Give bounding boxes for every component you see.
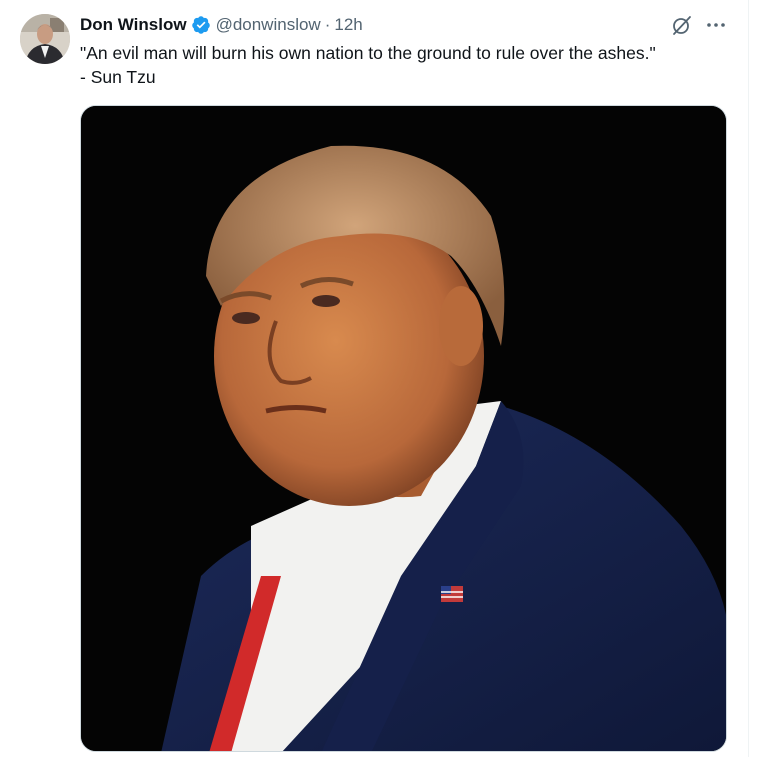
tweet-header: Don Winslow @donwinslow · 12h — [80, 14, 363, 36]
verified-badge-icon[interactable] — [191, 15, 211, 35]
timestamp[interactable]: 12h — [334, 15, 362, 35]
more-options-icon[interactable] — [703, 13, 729, 37]
timeline-divider — [748, 0, 749, 757]
avatar[interactable] — [20, 14, 70, 64]
tweet-text-line-1: "An evil man will burn his own nation to… — [80, 43, 656, 63]
tweet-media-photo[interactable] — [80, 105, 727, 752]
tweet-text-line-2: - Sun Tzu — [80, 67, 156, 87]
author-handle[interactable]: @donwinslow — [216, 15, 321, 35]
separator-dot: · — [324, 15, 331, 34]
grok-icon[interactable] — [670, 13, 694, 37]
tweet-text: "An evil man will burn his own nation to… — [80, 41, 730, 89]
author-name[interactable]: Don Winslow — [80, 15, 187, 35]
tweet[interactable]: Don Winslow @donwinslow · 12h "An evil m… — [0, 0, 748, 757]
